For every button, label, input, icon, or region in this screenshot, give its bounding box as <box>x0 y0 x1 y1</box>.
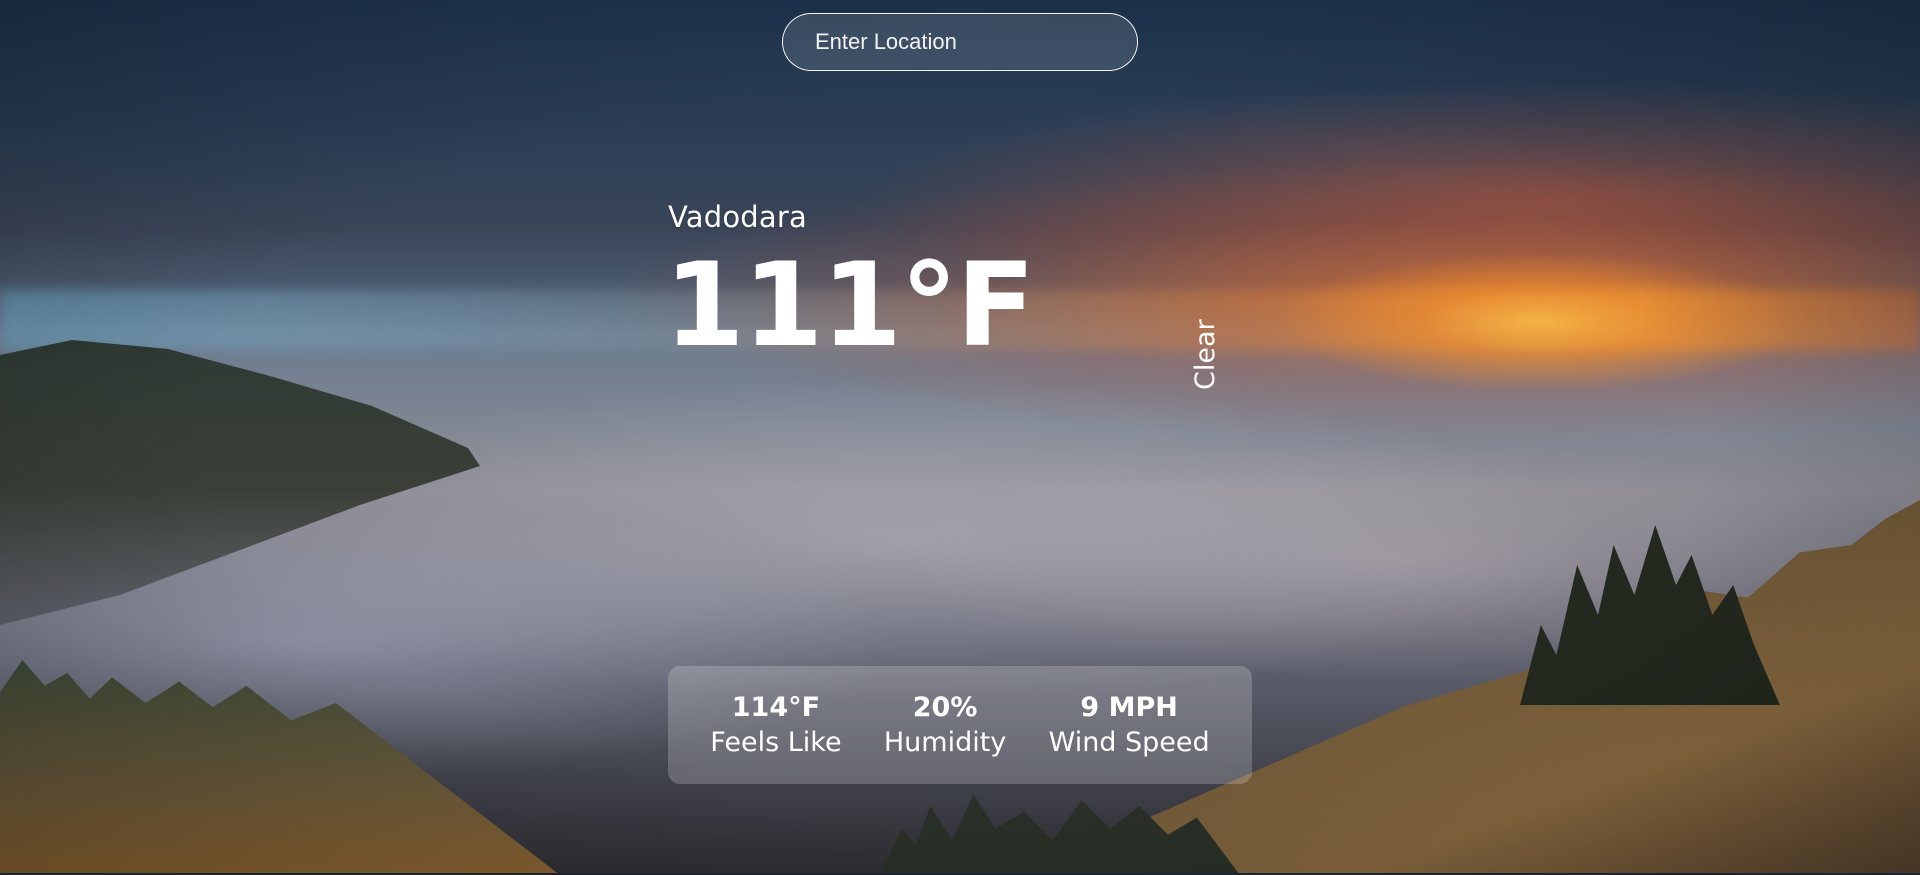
humidity-value: 20% <box>912 691 978 723</box>
weather-details-card: 114°F Feels Like 20% Humidity 9 MPH Wind… <box>668 666 1252 784</box>
feels-like-stat: 114°F Feels Like <box>710 690 841 760</box>
feels-like-value: 114°F <box>731 691 821 723</box>
humidity-stat: 20% Humidity <box>884 690 1006 760</box>
wind-speed-label: Wind Speed <box>1048 727 1210 758</box>
location-search-input[interactable] <box>782 13 1138 71</box>
feels-like-label: Feels Like <box>710 727 842 758</box>
current-temperature: 111°F <box>664 238 1035 373</box>
wind-speed-stat: 9 MPH Wind Speed <box>1049 690 1210 760</box>
weather-description: Clear <box>1190 319 1221 390</box>
search-container <box>782 13 1138 71</box>
humidity-label: Humidity <box>883 727 1007 758</box>
location-name: Vadodara <box>668 200 807 234</box>
weather-app: Vadodara 111°F Clear 114°F Feels Like 20… <box>0 0 1920 875</box>
wind-speed-value: 9 MPH <box>1080 691 1178 723</box>
